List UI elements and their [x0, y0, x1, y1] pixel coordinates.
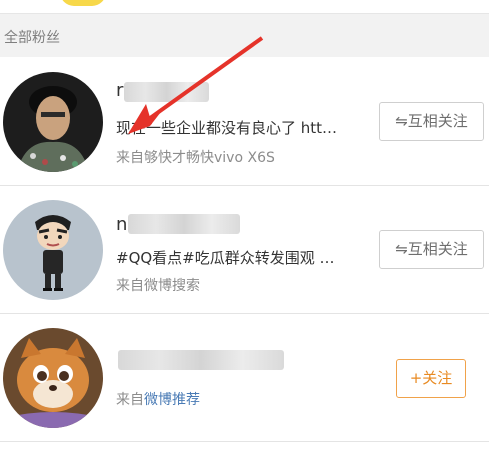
fans-list-page: 全部粉丝 r 现在一些企业都没有良心了 htt… 来自够快才畅快vivo X6S	[0, 0, 489, 450]
annotation-arrow-icon	[128, 36, 264, 134]
